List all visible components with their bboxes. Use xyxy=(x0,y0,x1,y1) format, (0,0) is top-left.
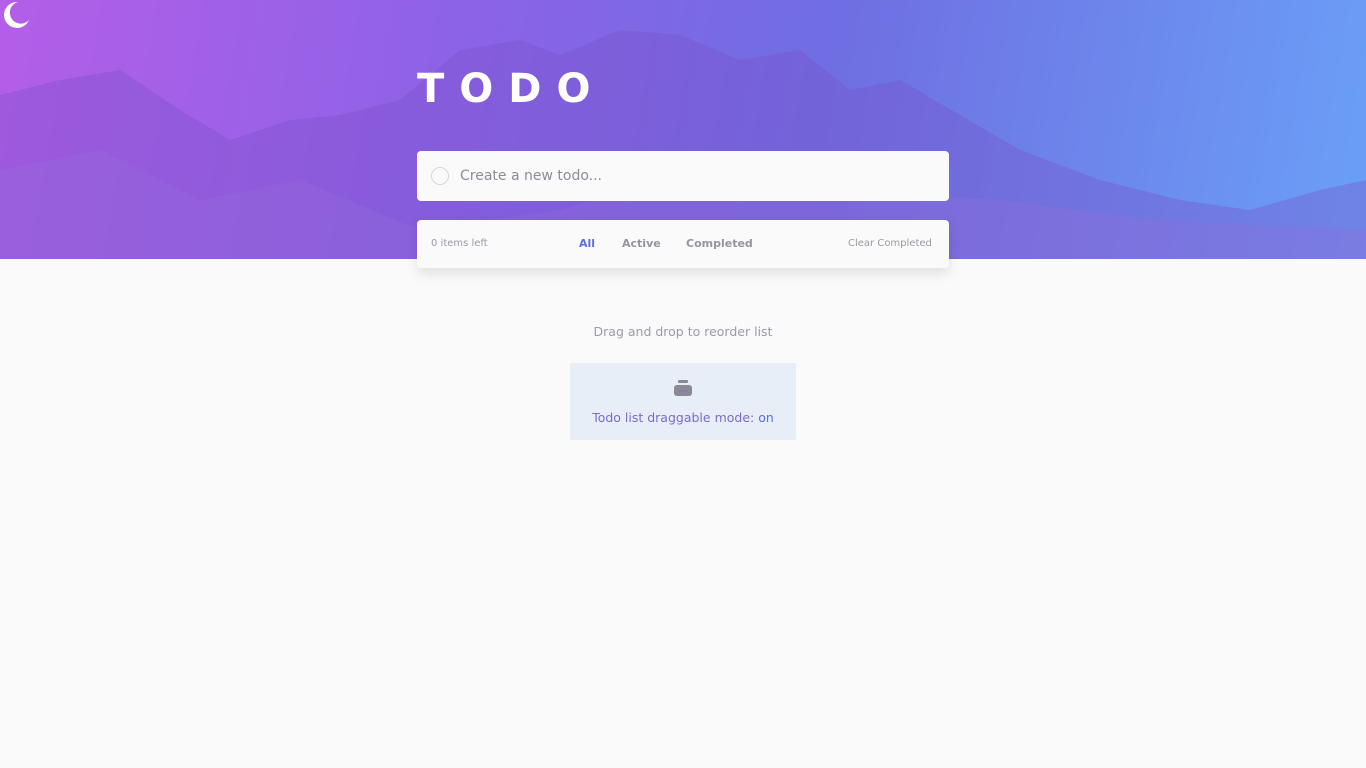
complete-checkbox[interactable] xyxy=(431,167,449,185)
drag-hint: Drag and drop to reorder list xyxy=(593,324,773,339)
filter-all[interactable]: All xyxy=(579,237,595,250)
draggable-mode-toggle[interactable]: Todo list draggable mode: on xyxy=(570,363,796,440)
filter-active[interactable]: Active xyxy=(622,237,661,250)
todo-footer: 0 items left All Active Completed Clear … xyxy=(417,220,949,268)
filter-completed[interactable]: Completed xyxy=(686,237,753,250)
moon-icon[interactable] xyxy=(0,0,30,30)
app-title: TODO xyxy=(417,66,606,112)
draggable-mode-value: on xyxy=(758,410,774,425)
clear-completed-button[interactable]: Clear Completed xyxy=(848,238,932,249)
inbox-tray-icon xyxy=(674,380,692,396)
new-todo-input[interactable] xyxy=(460,168,920,184)
items-left-count: 0 items left xyxy=(431,238,488,249)
new-todo-field[interactable] xyxy=(417,151,949,201)
draggable-mode-label: Todo list draggable mode: xyxy=(592,410,755,425)
